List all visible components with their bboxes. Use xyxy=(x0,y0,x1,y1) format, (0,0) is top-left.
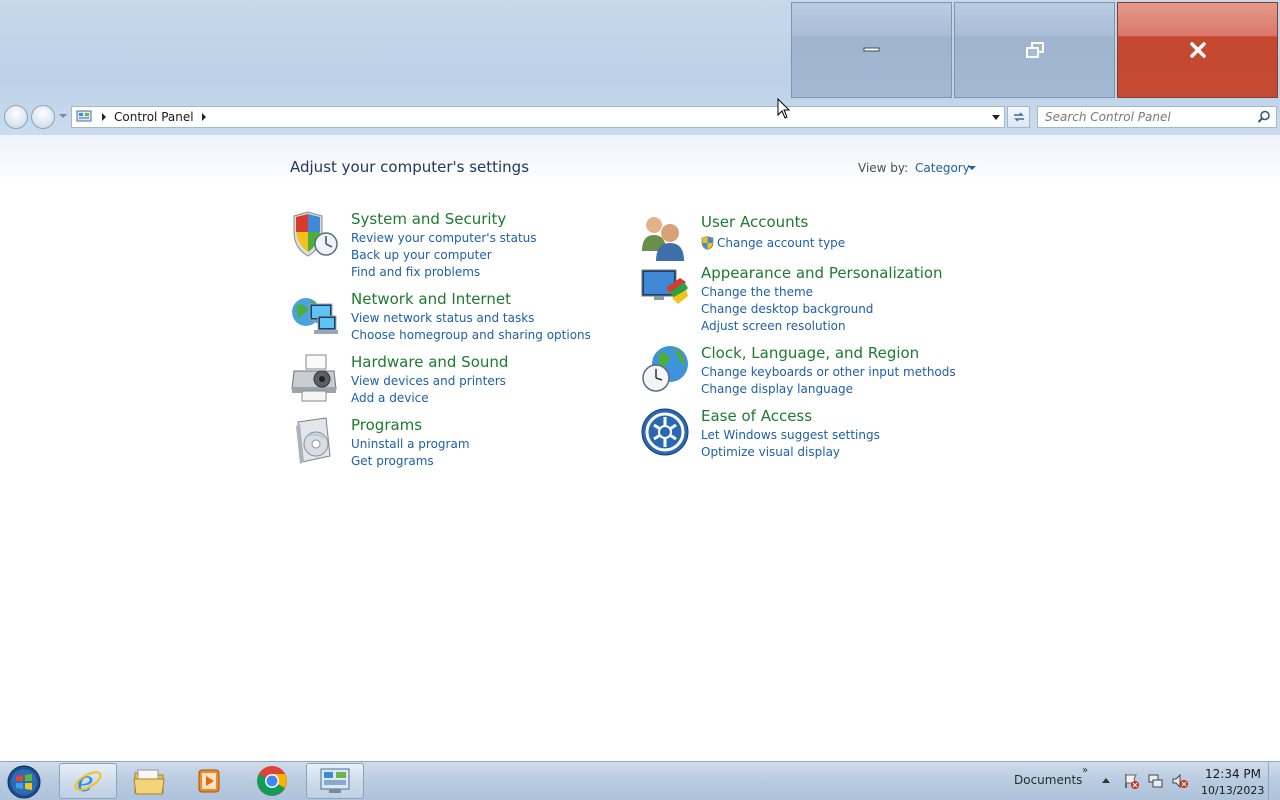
chevron-down-icon[interactable] xyxy=(968,166,976,170)
toolbar-expand-icon[interactable]: » xyxy=(1082,765,1088,776)
refresh-icon xyxy=(1013,112,1024,122)
link-uninstall-program[interactable]: Uninstall a program xyxy=(351,436,470,453)
volume-muted-icon[interactable] xyxy=(1171,773,1189,789)
refresh-button[interactable] xyxy=(1007,106,1030,128)
taskbar-internet-explorer[interactable]: e xyxy=(59,763,117,799)
uac-shield-icon xyxy=(701,236,714,250)
link-find-fix-problems[interactable]: Find and fix problems xyxy=(351,264,537,281)
search-icon[interactable] xyxy=(1257,110,1271,124)
link-review-status[interactable]: Review your computer's status xyxy=(351,230,537,247)
link-screen-resolution[interactable]: Adjust screen resolution xyxy=(701,318,873,335)
link-add-device[interactable]: Add a device xyxy=(351,390,506,407)
link-suggest-settings[interactable]: Let Windows suggest settings xyxy=(701,427,880,444)
address-history-dropdown[interactable] xyxy=(992,115,1000,120)
ease-of-access-icon[interactable] xyxy=(640,407,690,457)
control-panel-icon xyxy=(320,768,350,793)
taskbar-file-explorer[interactable] xyxy=(120,763,178,799)
network-tray-icon[interactable] xyxy=(1147,773,1163,789)
category-title[interactable]: System and Security xyxy=(351,210,506,228)
show-desktop-button[interactable] xyxy=(1268,762,1280,800)
action-center-flag-icon[interactable] xyxy=(1123,773,1139,789)
link-back-up[interactable]: Back up your computer xyxy=(351,247,537,264)
view-by-dropdown[interactable]: Category xyxy=(915,161,970,175)
minimize-button[interactable] xyxy=(791,2,952,98)
view-by-label: View by: xyxy=(858,161,909,175)
clock-date[interactable]: 10/13/2023 xyxy=(1201,784,1264,797)
breadcrumb-separator[interactable] xyxy=(102,113,106,121)
taskbar: e Documents » 12:34 PM 10/13/2023 xyxy=(0,761,1280,800)
shield-icon[interactable] xyxy=(290,210,340,260)
close-button[interactable] xyxy=(1117,2,1278,98)
link-homegroup[interactable]: Choose homegroup and sharing options xyxy=(351,327,591,344)
media-player-icon xyxy=(198,769,220,793)
category-title[interactable]: Appearance and Personalization xyxy=(701,264,943,282)
link-change-theme[interactable]: Change the theme xyxy=(701,284,873,301)
link-optimize-display[interactable]: Optimize visual display xyxy=(701,444,880,461)
category-title[interactable]: Network and Internet xyxy=(351,290,511,308)
taskbar-chrome[interactable] xyxy=(243,763,301,799)
link-network-status[interactable]: View network status and tasks xyxy=(351,310,591,327)
clock-time[interactable]: 12:34 PM xyxy=(1205,767,1261,781)
content-header-background xyxy=(0,135,1280,185)
category-title[interactable]: User Accounts xyxy=(701,213,808,231)
show-hidden-icons-button[interactable] xyxy=(1102,778,1110,783)
search-placeholder: Search Control Panel xyxy=(1045,110,1171,124)
restore-icon xyxy=(1025,42,1044,58)
internet-explorer-icon: e xyxy=(74,766,102,796)
control-panel-icon xyxy=(76,110,92,122)
folder-icon xyxy=(133,769,165,795)
close-icon xyxy=(1189,42,1206,58)
minimize-icon xyxy=(863,47,879,52)
search-input[interactable]: Search Control Panel xyxy=(1037,106,1277,128)
category-title[interactable]: Ease of Access xyxy=(701,407,812,425)
printer-icon[interactable] xyxy=(290,353,340,403)
taskbar-control-panel[interactable] xyxy=(306,763,364,799)
link-get-programs[interactable]: Get programs xyxy=(351,453,470,470)
link-display-language[interactable]: Change display language xyxy=(701,381,956,398)
page-title: Adjust your computer's settings xyxy=(290,158,530,176)
network-icon[interactable] xyxy=(290,290,340,340)
category-title[interactable]: Programs xyxy=(351,416,422,434)
address-bar[interactable]: Control Panel xyxy=(71,106,1005,128)
appearance-icon[interactable] xyxy=(640,264,690,314)
users-icon[interactable] xyxy=(640,213,690,263)
chrome-icon xyxy=(257,766,287,796)
back-button[interactable] xyxy=(4,105,28,129)
start-button[interactable] xyxy=(6,764,42,800)
link-change-account-type[interactable]: Change account type xyxy=(701,235,845,252)
documents-toolbar[interactable]: Documents xyxy=(1014,773,1082,787)
link-change-keyboards[interactable]: Change keyboards or other input methods xyxy=(701,364,956,381)
mouse-cursor-icon xyxy=(777,98,791,119)
control-panel-content: Adjust your computer's settings View by:… xyxy=(0,135,1280,761)
clock-globe-icon[interactable] xyxy=(640,344,690,394)
link-devices-printers[interactable]: View devices and printers xyxy=(351,373,506,390)
category-title[interactable]: Clock, Language, and Region xyxy=(701,344,919,362)
window-title-bar: Control Panel Search Control Panel xyxy=(0,0,1280,135)
taskbar-media-player[interactable] xyxy=(180,763,238,799)
recent-pages-dropdown[interactable] xyxy=(59,114,67,118)
restore-button[interactable] xyxy=(954,2,1115,98)
programs-icon[interactable] xyxy=(290,416,340,466)
category-title[interactable]: Hardware and Sound xyxy=(351,353,508,371)
breadcrumb-separator[interactable] xyxy=(201,113,206,121)
link-desktop-background[interactable]: Change desktop background xyxy=(701,301,873,318)
breadcrumb-control-panel[interactable]: Control Panel xyxy=(114,110,194,124)
forward-button[interactable] xyxy=(31,105,55,129)
link-label: Change account type xyxy=(717,236,846,250)
